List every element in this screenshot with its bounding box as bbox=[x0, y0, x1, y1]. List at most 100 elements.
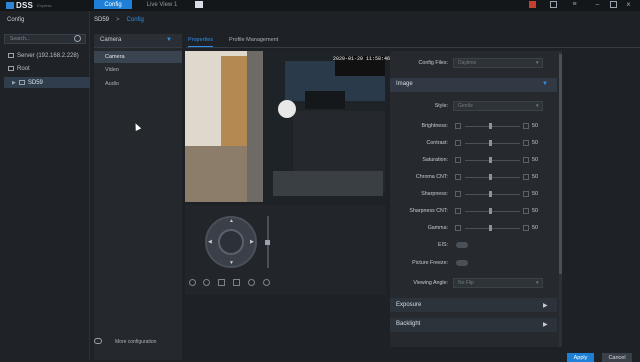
sharpness-cnt-slider-handle[interactable] bbox=[489, 208, 492, 214]
eis-toggle[interactable] bbox=[456, 242, 468, 248]
contrast-value: 50 bbox=[532, 140, 538, 146]
brightness-slider-handle[interactable] bbox=[489, 123, 492, 129]
sharpness-decrease[interactable] bbox=[455, 191, 461, 197]
iris-icon[interactable] bbox=[233, 279, 240, 286]
top-tab-live-view[interactable]: Live View 1 bbox=[140, 0, 184, 9]
camera-scene-image bbox=[185, 51, 386, 202]
tab-properties[interactable]: Properties bbox=[188, 37, 214, 47]
search-icon[interactable] bbox=[74, 35, 81, 42]
gamma-slider-handle[interactable] bbox=[489, 225, 492, 231]
section-image-label: Image bbox=[396, 81, 413, 87]
brightness-increase[interactable] bbox=[523, 123, 529, 129]
tree-item-server[interactable]: Server (192.168.2.228) bbox=[4, 50, 90, 61]
minimize-icon[interactable]: – bbox=[594, 1, 601, 8]
gamma-increase[interactable] bbox=[523, 225, 529, 231]
eis-label: EIS: bbox=[437, 242, 448, 248]
user-icon[interactable] bbox=[529, 1, 536, 8]
saturation-slider[interactable] bbox=[465, 160, 520, 161]
ptz-right-icon[interactable]: ▶ bbox=[250, 239, 254, 245]
saturation-value: 50 bbox=[532, 157, 538, 163]
section-exposure-label: Exposure bbox=[396, 302, 422, 308]
lock-icon[interactable] bbox=[550, 1, 557, 8]
style-select[interactable]: Gentle bbox=[453, 101, 543, 111]
section-image-header[interactable] bbox=[390, 78, 557, 92]
ptz-speed-slider-handle[interactable] bbox=[265, 240, 270, 245]
chevron-right-icon[interactable]: ▶ bbox=[543, 321, 548, 328]
logo-subtext: Express bbox=[37, 3, 52, 8]
sub-item-camera[interactable]: Camera bbox=[94, 51, 182, 63]
chevron-down-icon[interactable]: ▾ bbox=[536, 60, 539, 66]
logo-text: DSS bbox=[16, 1, 34, 10]
breadcrumb: SD59 > Config bbox=[94, 15, 144, 25]
tree-item-label: Root bbox=[17, 65, 30, 72]
ptz-left-icon[interactable]: ◀ bbox=[208, 239, 212, 245]
chevron-down-icon[interactable]: ▾ bbox=[536, 280, 539, 286]
more-configuration-link[interactable]: More configuration bbox=[115, 339, 156, 345]
menu-icon[interactable]: ≡ bbox=[571, 1, 578, 8]
saturation-slider-handle[interactable] bbox=[489, 157, 492, 163]
chroma-cnt-slider[interactable] bbox=[465, 177, 520, 178]
chevron-down-icon[interactable]: ▼ bbox=[166, 37, 172, 43]
sharpness-cnt-label: Sharpness CNT: bbox=[409, 208, 448, 214]
config-files-select[interactable]: Daytime bbox=[453, 58, 543, 68]
settings-icon[interactable] bbox=[248, 279, 255, 286]
chevron-right-icon[interactable]: ▶ bbox=[543, 302, 548, 309]
focus-icon[interactable] bbox=[218, 279, 225, 286]
gamma-decrease[interactable] bbox=[455, 225, 461, 231]
sharpness-cnt-value: 50 bbox=[532, 208, 538, 214]
chevron-down-icon[interactable]: ▾ bbox=[536, 103, 539, 109]
sharpness-cnt-increase[interactable] bbox=[523, 208, 529, 214]
section-backlight-label: Backlight bbox=[396, 321, 421, 327]
search-placeholder: Search... bbox=[10, 36, 31, 42]
ptz-center-button[interactable] bbox=[218, 229, 244, 255]
maximize-icon[interactable] bbox=[610, 1, 617, 8]
viewing-angle-label: Viewing Angle: bbox=[413, 280, 448, 286]
category-select-value: Camera bbox=[100, 37, 122, 43]
tree-item-root[interactable]: Root bbox=[4, 63, 90, 74]
picture-freeze-toggle[interactable] bbox=[456, 260, 468, 266]
tab-profile-management[interactable]: Profile Management bbox=[229, 37, 278, 43]
sharpness-cnt-decrease[interactable] bbox=[455, 208, 461, 214]
brightness-slider[interactable] bbox=[465, 126, 520, 127]
sub-item-audio[interactable]: Audio bbox=[94, 78, 182, 90]
top-tab-config[interactable]: Config bbox=[94, 0, 132, 9]
saturation-increase[interactable] bbox=[523, 157, 529, 163]
video-preview bbox=[185, 51, 386, 202]
server-icon bbox=[8, 53, 14, 58]
gamma-slider[interactable] bbox=[465, 228, 520, 229]
chroma-cnt-increase[interactable] bbox=[523, 174, 529, 180]
contrast-label: Contrast: bbox=[426, 140, 449, 146]
breadcrumb-device[interactable]: SD59 bbox=[94, 17, 109, 23]
zoom-in-icon[interactable] bbox=[189, 279, 196, 286]
gamma-label: Gamma: bbox=[427, 225, 448, 231]
saturation-decrease[interactable] bbox=[455, 157, 461, 163]
viewing-angle-select[interactable]: No Flip bbox=[453, 278, 543, 288]
refresh-icon[interactable] bbox=[263, 279, 270, 286]
link-icon[interactable] bbox=[94, 338, 102, 344]
sub-item-video[interactable]: Video bbox=[94, 64, 182, 76]
contrast-increase[interactable] bbox=[523, 140, 529, 146]
ptz-down-icon[interactable]: ▼ bbox=[229, 260, 234, 266]
apply-button[interactable]: Apply bbox=[567, 353, 594, 362]
contrast-slider-handle[interactable] bbox=[489, 140, 492, 146]
chevron-down-icon[interactable]: ▼ bbox=[542, 81, 548, 87]
contrast-decrease[interactable] bbox=[455, 140, 461, 146]
sharpness-cnt-slider[interactable] bbox=[465, 211, 520, 212]
sharpness-increase[interactable] bbox=[523, 191, 529, 197]
chroma-cnt-slider-handle[interactable] bbox=[489, 174, 492, 180]
zoom-out-icon[interactable] bbox=[203, 279, 210, 286]
scrollbar-thumb[interactable] bbox=[559, 54, 562, 274]
tree-item-sd59[interactable]: ▶ SD59 bbox=[4, 77, 90, 88]
expand-arrow-icon[interactable]: ▶ bbox=[12, 80, 16, 86]
sharpness-slider-handle[interactable] bbox=[489, 191, 492, 197]
brightness-decrease[interactable] bbox=[455, 123, 461, 129]
cancel-button[interactable]: Cancel bbox=[602, 353, 632, 362]
add-tab-icon[interactable] bbox=[195, 1, 203, 8]
contrast-slider[interactable] bbox=[465, 143, 520, 144]
close-icon[interactable]: × bbox=[625, 1, 632, 9]
brightness-label: Brightness: bbox=[421, 123, 449, 129]
chroma-cnt-decrease[interactable] bbox=[455, 174, 461, 180]
sharpness-slider[interactable] bbox=[465, 194, 520, 195]
ptz-up-icon[interactable]: ▲ bbox=[229, 218, 234, 224]
sharpness-value: 50 bbox=[532, 191, 538, 197]
